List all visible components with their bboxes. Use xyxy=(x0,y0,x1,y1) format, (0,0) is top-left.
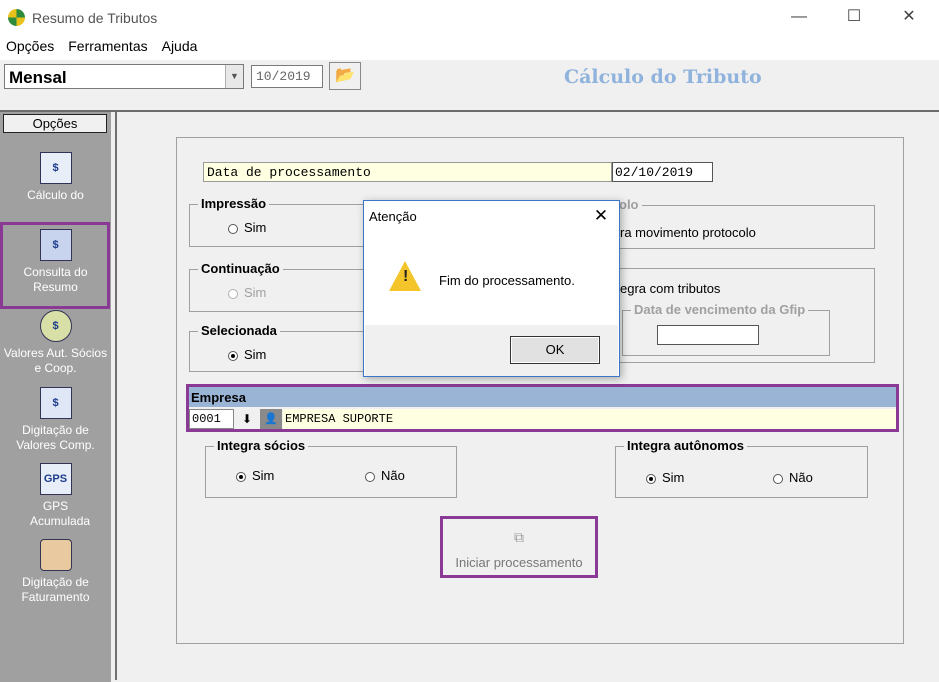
exclamation-mark: ! xyxy=(403,268,409,285)
start-processing-label: Iniciar processamento xyxy=(455,555,583,570)
radio-label: Não xyxy=(381,468,405,483)
window-title: Resumo de Tributos xyxy=(32,10,158,26)
menu-opcoes[interactable]: Opções xyxy=(6,38,54,54)
protocolo-group: olo ra movimento protocolo xyxy=(590,197,875,249)
lookup-person-icon[interactable]: 👤 xyxy=(260,409,282,429)
selecionada-sim-radio[interactable]: Sim xyxy=(228,347,266,362)
impressao-group: Impressão Sim xyxy=(189,196,377,247)
calculator-doc-icon: $ xyxy=(39,152,72,184)
ok-button[interactable]: OK xyxy=(510,336,600,364)
gfip-group: Data de vencimento da Gfip xyxy=(622,302,830,356)
date-field[interactable]: 02/10/2019 xyxy=(612,162,713,182)
laptop-icon xyxy=(39,539,72,571)
empresa-header: Empresa xyxy=(189,387,896,407)
tributos-checkbox-label[interactable]: egra com tributos xyxy=(620,281,720,296)
highlight-frame xyxy=(0,222,110,309)
month-field[interactable]: 10/2019 xyxy=(251,65,323,88)
socios-nao-radio[interactable]: Não xyxy=(365,468,405,483)
dialog-message: Fim do processamento. xyxy=(439,273,575,288)
sidebar-item-calculo[interactable]: $ Cálculo do Tributo xyxy=(0,152,111,203)
sidebar-item-label: Digitação de Valores Comp. xyxy=(16,423,95,452)
people-coins-icon: $ xyxy=(39,310,72,342)
continuacao-group: Continuação Sim xyxy=(189,261,377,312)
sidebar-item-label: Cálculo do Tributo xyxy=(27,188,84,202)
folder-open-icon: 📂 xyxy=(335,67,355,84)
close-window-button[interactable]: ✕ xyxy=(894,6,924,28)
group-title: Impressão xyxy=(198,196,270,211)
menu-bar: Opções Ferramentas Ajuda xyxy=(0,38,205,58)
group-title: Integra sócios xyxy=(214,438,309,453)
group-title: Data de vencimento da Gfip xyxy=(631,302,809,317)
selecionada-group: Selecionada Sim xyxy=(189,323,377,372)
sidebar-item-label: Digitação de Faturamento xyxy=(21,575,90,604)
maximize-button[interactable]: ☐ xyxy=(839,6,869,28)
sidebar-item-faturamento[interactable]: Digitação de Faturamento xyxy=(0,539,111,605)
group-title: Selecionada xyxy=(198,323,280,338)
radio-label: Sim xyxy=(662,470,685,485)
gfip-date-field[interactable] xyxy=(657,325,759,345)
sidebar-item-valores-aut[interactable]: $ Valores Aut. Sócios e Coop. xyxy=(0,310,111,376)
group-title: Continuação xyxy=(198,261,283,276)
app-logo-icon xyxy=(8,9,25,26)
tributos-group: egra com tributos Data de vencimento da … xyxy=(590,268,875,363)
sidebar-header-button[interactable]: Opções xyxy=(3,114,107,133)
sidebar-item-digitacao-valores[interactable]: $ Digitação de Valores Comp. xyxy=(0,387,111,453)
radio-label: Sim xyxy=(244,347,267,362)
copy-documents-icon: ⧉ xyxy=(514,529,524,545)
alert-dialog: Atenção ✕ ! Fim do processamento. OK xyxy=(363,200,620,377)
sidebar-item-label: Valores Aut. Sócios e Coop. xyxy=(3,346,108,375)
dialog-close-icon[interactable]: ✕ xyxy=(590,205,612,227)
page-title: Cálculo do Tributo xyxy=(564,66,762,88)
integra-autonomos-group: Integra autônomos Sim Não xyxy=(615,438,868,498)
period-select[interactable]: Mensal ▼ xyxy=(4,64,244,89)
radio-label: Sim xyxy=(252,468,275,483)
start-processing-button[interactable]: ⧉ Iniciar processamento xyxy=(440,516,598,578)
sidebar-item-gps[interactable]: GPS GPS Acumulada xyxy=(0,463,111,529)
radio-label: Não xyxy=(789,470,813,485)
date-label: Data de processamento xyxy=(203,162,612,182)
integra-socios-group: Integra sócios Sim Não xyxy=(205,438,457,498)
menu-ferramentas[interactable]: Ferramentas xyxy=(68,38,147,54)
impressao-sim-radio[interactable]: Sim xyxy=(228,220,266,235)
continuacao-sim-radio[interactable]: Sim xyxy=(228,285,266,300)
radio-label: Sim xyxy=(244,285,267,300)
empresa-name-field: EMPRESA SUPORTE xyxy=(283,409,896,429)
menu-ajuda[interactable]: Ajuda xyxy=(162,38,198,54)
dialog-title: Atenção xyxy=(369,209,417,224)
gps-doc-icon: GPS xyxy=(39,463,72,495)
download-arrow-icon[interactable]: ⬇ xyxy=(236,409,258,429)
open-folder-button[interactable]: 📂 xyxy=(329,62,361,90)
empresa-code-field[interactable]: 0001 xyxy=(189,409,234,429)
radio-label: Sim xyxy=(244,220,267,235)
socios-sim-radio[interactable]: Sim xyxy=(236,468,274,483)
autonomos-nao-radio[interactable]: Não xyxy=(773,470,813,485)
minimize-button[interactable]: — xyxy=(784,6,814,28)
chevron-down-icon[interactable]: ▼ xyxy=(225,65,243,88)
group-title: Integra autônomos xyxy=(624,438,748,453)
sidebar-item-label: GPS Acumulada xyxy=(30,499,91,528)
autonomos-sim-radio[interactable]: Sim xyxy=(646,470,684,485)
protocolo-checkbox-label[interactable]: ra movimento protocolo xyxy=(620,225,756,240)
dollar-edit-icon: $ xyxy=(39,387,72,419)
period-value: Mensal xyxy=(9,68,67,87)
